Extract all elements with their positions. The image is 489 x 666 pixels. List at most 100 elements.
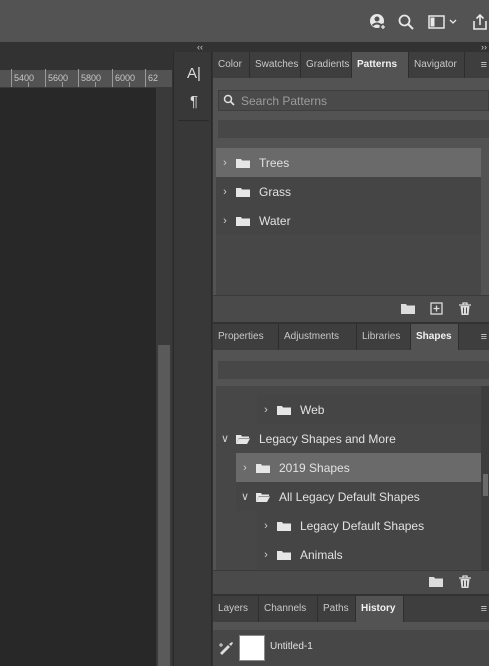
history-brush-icon[interactable]	[218, 641, 234, 658]
pattern-group-trees[interactable]: › Trees	[216, 148, 481, 177]
ruler-label: 5600	[48, 73, 69, 83]
chevron-right-icon[interactable]: ›	[261, 404, 271, 416]
pattern-preview-strip	[218, 120, 489, 138]
panel-menu-icon[interactable]: ≡	[481, 59, 487, 71]
collapse-right-icon[interactable]: ››	[481, 42, 487, 52]
folder-open-icon	[236, 434, 250, 444]
pattern-group-water[interactable]: › Water	[216, 206, 481, 235]
tab-navigator[interactable]: Navigator	[409, 52, 465, 78]
shape-group-legacy-default-shapes[interactable]: › Legacy Default Shapes	[257, 511, 481, 540]
trash-icon[interactable]	[458, 575, 472, 589]
shapes-panel: Properties Adjustments Libraries Shapes …	[213, 324, 489, 594]
history-snapshot-row[interactable]: Untitled-1	[213, 630, 489, 666]
chevron-right-icon[interactable]: ›	[261, 520, 271, 532]
paragraph-icon[interactable]: ¶	[185, 93, 203, 111]
patterns-panel-tabs: Color Swatches Gradients Patterns Naviga…	[213, 52, 489, 78]
ruler-tick	[45, 69, 46, 87]
search-icon[interactable]	[397, 13, 415, 31]
shape-group-label: Legacy Shapes and More	[259, 431, 396, 446]
chevron-down-icon[interactable]: ∨	[240, 490, 250, 503]
history-panel: Layers Channels Paths History ≡ Untitled…	[213, 596, 489, 666]
chevron-right-icon[interactable]: ›	[220, 186, 230, 198]
folder-open-icon	[256, 492, 270, 502]
trash-icon[interactable]	[458, 302, 472, 316]
ruler-tick	[28, 82, 29, 87]
collapse-left-icon[interactable]: ‹‹	[197, 42, 203, 52]
pattern-group-grass[interactable]: › Grass	[216, 177, 481, 206]
ruler-label: 5800	[81, 73, 102, 83]
tab-shapes[interactable]: Shapes	[411, 324, 459, 350]
shape-group-label: Legacy Default Shapes	[300, 518, 425, 533]
pattern-group-label: Grass	[259, 184, 292, 199]
shape-group-web[interactable]: › Web	[257, 395, 481, 424]
document-canvas[interactable]	[0, 88, 156, 666]
search-icon	[223, 94, 235, 109]
tool-divider	[178, 120, 209, 121]
tab-layers[interactable]: Layers	[213, 596, 259, 622]
ruler-tick	[95, 82, 96, 87]
user-icon[interactable]	[369, 13, 387, 31]
ruler-label: 6000	[115, 73, 136, 83]
pattern-group-label: Water	[259, 213, 291, 228]
tab-color[interactable]: Color	[213, 52, 250, 78]
shape-group-2019-shapes[interactable]: › 2019 Shapes	[236, 453, 481, 482]
tab-paths[interactable]: Paths	[318, 596, 356, 622]
ruler-tick	[11, 69, 12, 87]
history-panel-tabs: Layers Channels Paths History	[213, 596, 489, 622]
folder-icon	[277, 405, 291, 415]
chevron-right-icon[interactable]: ›	[240, 462, 250, 474]
folder-icon	[236, 187, 250, 197]
shape-preview-strip	[218, 361, 489, 379]
search-placeholder: Search Patterns	[241, 94, 328, 108]
snapshot-thumbnail	[239, 635, 265, 661]
app-bar	[0, 0, 489, 42]
shape-group-label: Animals	[300, 547, 343, 562]
folder-icon	[236, 216, 250, 226]
new-group-icon[interactable]	[401, 303, 415, 317]
folder-icon	[256, 463, 270, 473]
pattern-group-label: Trees	[259, 155, 290, 170]
tab-adjustments[interactable]: Adjustments	[279, 324, 357, 350]
tab-libraries[interactable]: Libraries	[357, 324, 411, 350]
share-icon[interactable]	[471, 13, 489, 31]
tab-channels[interactable]: Channels	[259, 596, 318, 622]
folder-icon	[277, 550, 291, 560]
chevron-right-icon[interactable]: ›	[220, 215, 230, 227]
panel-menu-icon[interactable]: ≡	[481, 603, 487, 615]
character-icon[interactable]: A|	[185, 65, 203, 83]
ruler-label: 5400	[14, 73, 35, 83]
panel-menu-icon[interactable]: ≡	[481, 331, 487, 343]
new-group-icon[interactable]	[429, 576, 443, 590]
ruler-tick	[112, 69, 113, 87]
tab-properties[interactable]: Properties	[213, 324, 279, 350]
chevron-down-icon[interactable]: ∨	[220, 432, 230, 445]
tab-gradients[interactable]: Gradients	[301, 52, 352, 78]
tool-strip: A| ¶	[173, 52, 212, 666]
workspace-icon[interactable]	[428, 13, 457, 31]
folder-icon	[236, 158, 250, 168]
vertical-scrollbar-thumb[interactable]	[158, 345, 170, 666]
shape-group-animals[interactable]: › Animals	[257, 540, 481, 569]
shape-group-label: 2019 Shapes	[279, 460, 350, 475]
ruler-tick	[78, 69, 79, 87]
tab-swatches[interactable]: Swatches	[250, 52, 301, 78]
pattern-list-empty-area	[216, 235, 481, 295]
document-tab-area	[0, 42, 172, 70]
shapes-scrollbar-thumb[interactable]	[483, 474, 488, 496]
chevron-right-icon[interactable]: ›	[220, 157, 230, 169]
new-pattern-icon[interactable]	[430, 302, 444, 316]
shapes-panel-tabs: Properties Adjustments Libraries Shapes	[213, 324, 489, 350]
patterns-panel-footer	[213, 295, 489, 322]
search-patterns-field[interactable]: Search Patterns	[218, 90, 489, 111]
chevron-right-icon[interactable]: ›	[261, 549, 271, 561]
shape-group-legacy-shapes-and-more[interactable]: ∨ Legacy Shapes and More	[216, 424, 481, 453]
folder-icon	[277, 521, 291, 531]
shape-group-all-legacy-default-shapes[interactable]: ∨ All Legacy Default Shapes	[236, 482, 481, 511]
shape-group-label: Web	[300, 402, 325, 417]
ruler-tick	[145, 69, 146, 87]
ruler-label: 62	[148, 73, 159, 83]
ruler-tick	[129, 82, 130, 87]
tab-patterns[interactable]: Patterns	[352, 52, 409, 78]
tab-history[interactable]: History	[356, 596, 404, 622]
snapshot-label: Untitled-1	[270, 641, 313, 652]
